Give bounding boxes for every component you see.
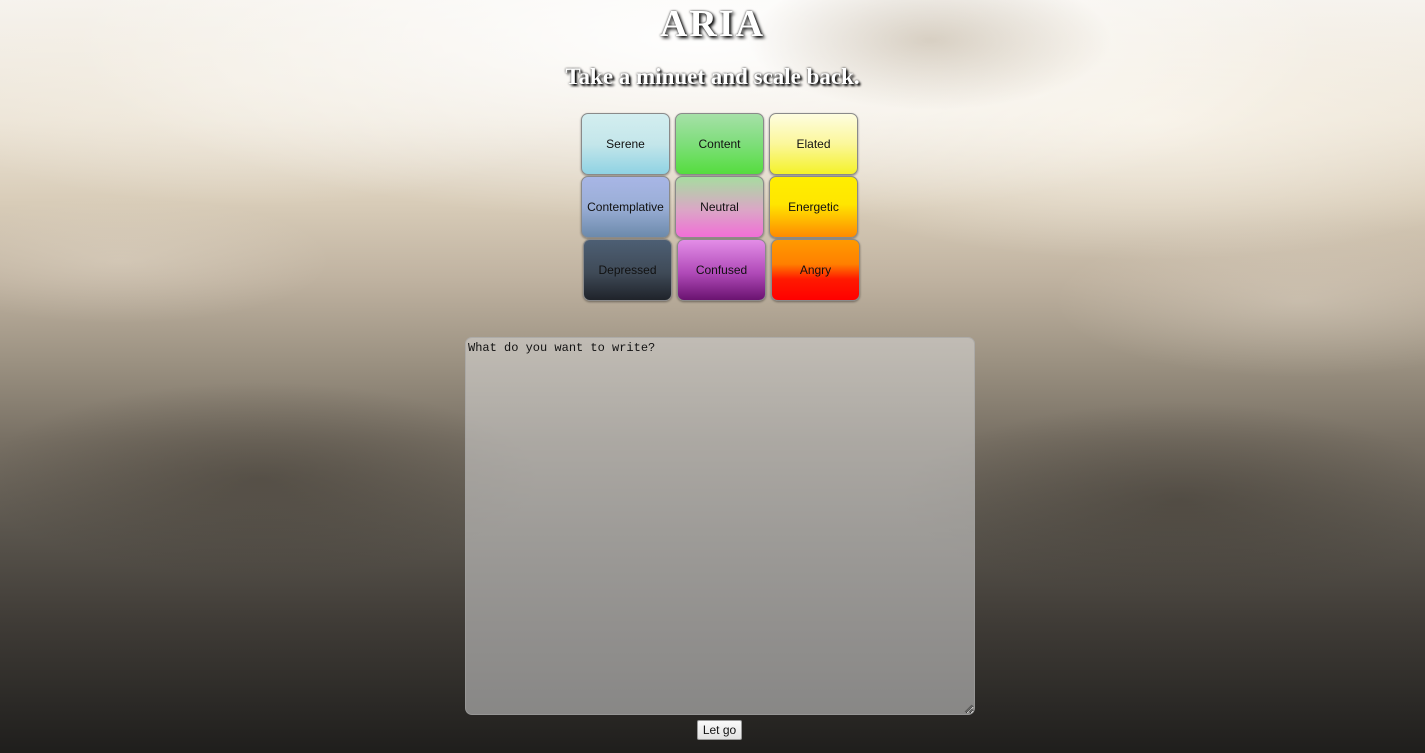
mood-button-elated[interactable]: Elated [769,113,858,175]
page-subtitle: Take a minuet and scale back. [565,64,860,89]
writing-textarea[interactable] [465,337,975,715]
mood-button-depressed[interactable]: Depressed [583,239,672,301]
page-background: { "header": { "title": "ARIA", "subtitle… [0,0,1425,753]
mood-button-neutral[interactable]: Neutral [675,176,764,238]
mood-button-angry[interactable]: Angry [771,239,860,301]
mood-button-confused[interactable]: Confused [677,239,766,301]
app-title: ARIA [659,3,766,45]
let-go-button[interactable]: Let go [697,720,742,740]
mood-button-serene[interactable]: Serene [581,113,670,175]
mood-button-energetic[interactable]: Energetic [769,176,858,238]
mood-button-content[interactable]: Content [675,113,764,175]
mood-button-contemplative[interactable]: Contemplative [581,176,670,238]
